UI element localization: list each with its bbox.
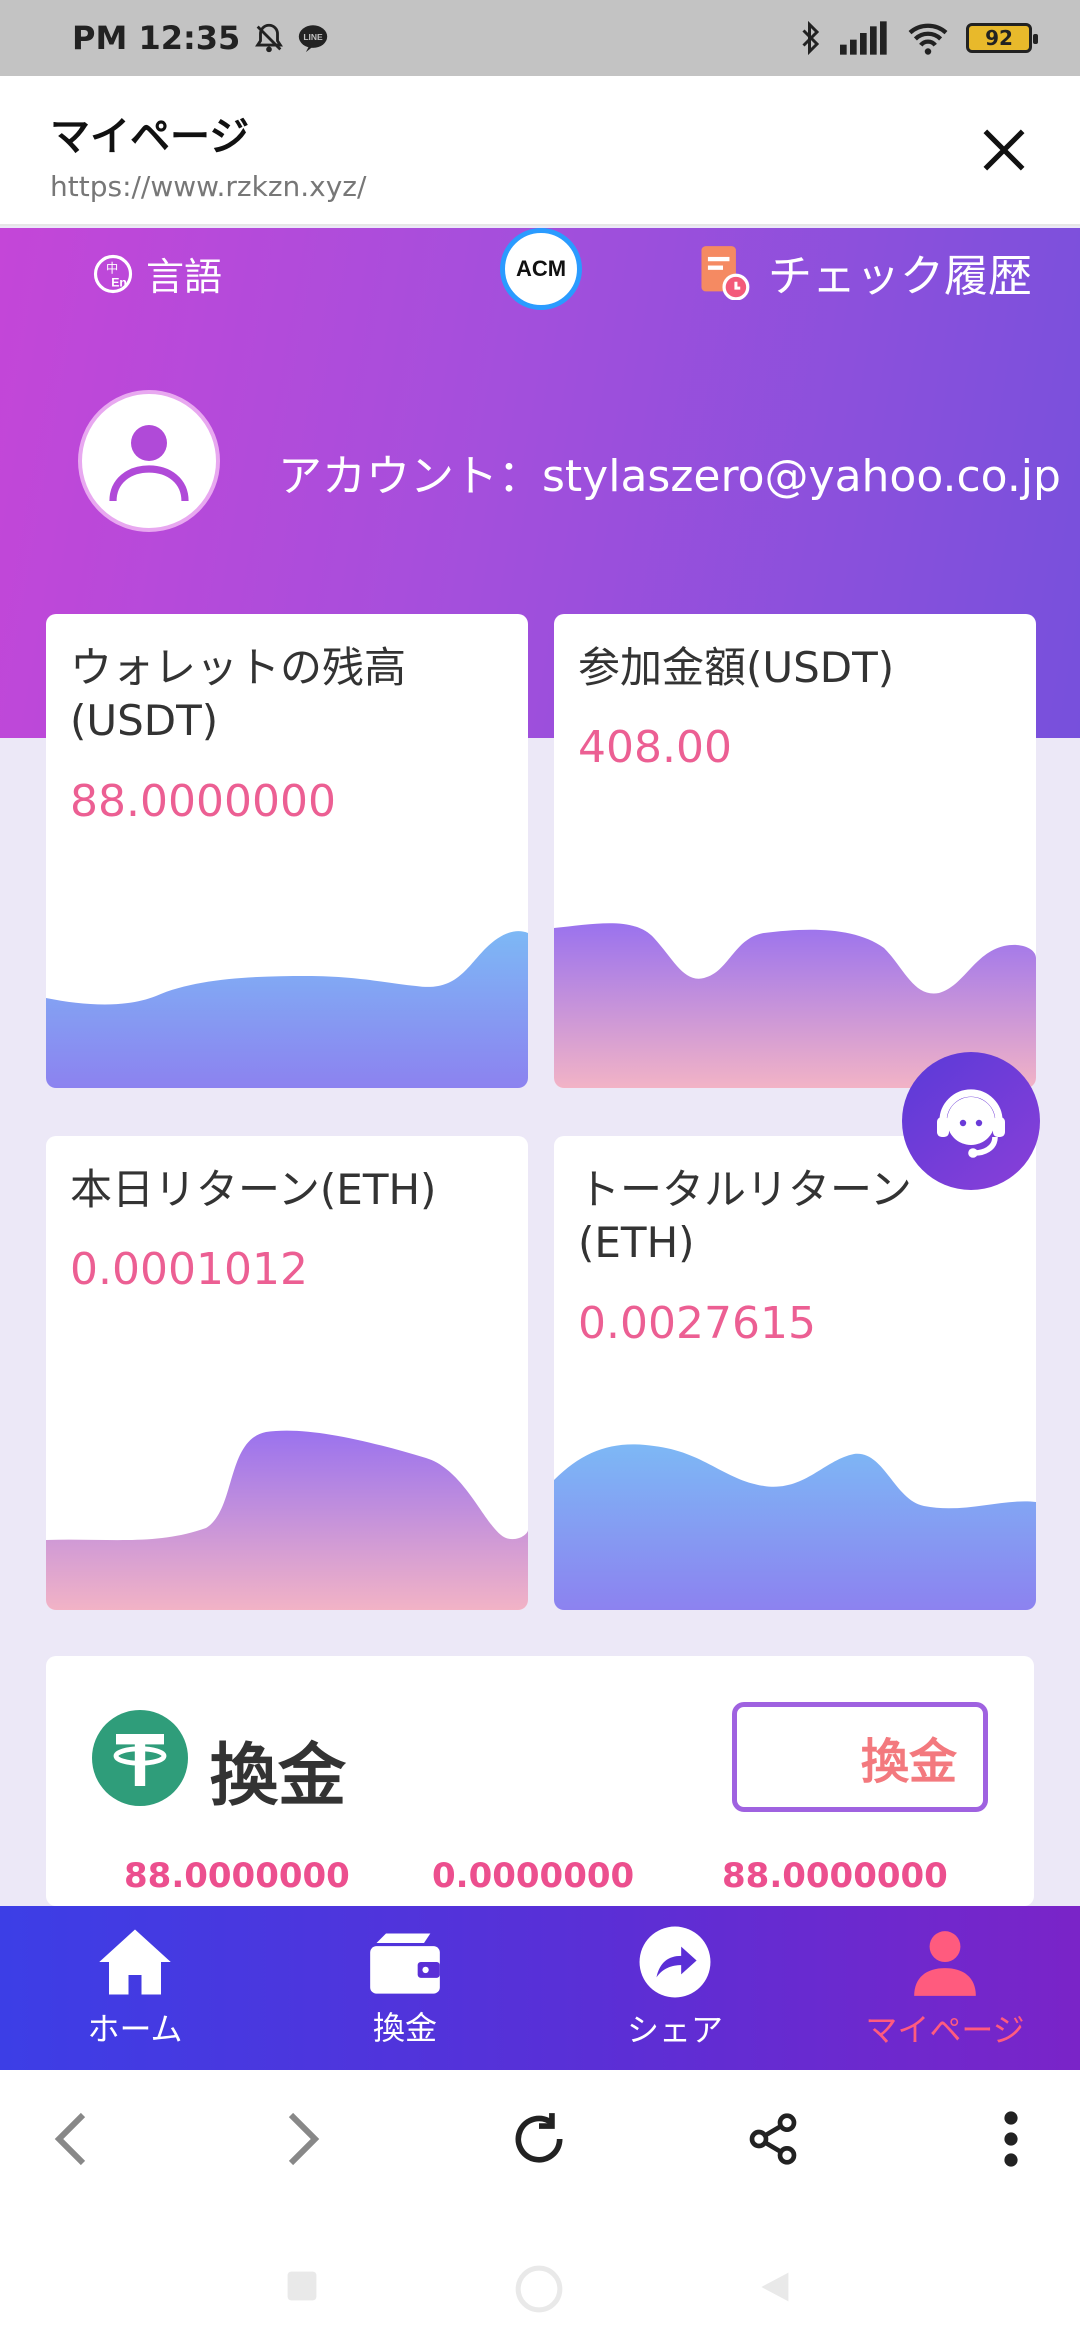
- exchange-value: 88.0000000: [124, 1856, 350, 1896]
- chevron-left-icon: [54, 2112, 86, 2166]
- card-label: 参加金額(USDT): [578, 643, 895, 692]
- home-circle-icon[interactable]: [514, 2264, 564, 2314]
- exchange-value: 88.0000000: [722, 1856, 948, 1896]
- reload-icon: [515, 2113, 563, 2163]
- check-history-button[interactable]: チェック履歴: [696, 240, 1032, 304]
- share-icon: [749, 2113, 797, 2165]
- exchange-button[interactable]: 換金: [732, 1702, 988, 1812]
- recent-apps-icon[interactable]: [284, 2268, 320, 2304]
- nav-mypage[interactable]: マイページ: [810, 1906, 1080, 2070]
- svg-text:中: 中: [106, 260, 118, 275]
- back-triangle-icon[interactable]: [756, 2268, 792, 2306]
- more-vertical-icon: [1004, 2111, 1018, 2167]
- bell-muted-icon: [255, 23, 284, 53]
- home-icon: [99, 1929, 171, 1995]
- card-label: 本日リターン(ETH): [70, 1165, 437, 1214]
- nav-label: マイページ: [865, 2011, 1025, 2049]
- card-wave-chart: [554, 1444, 1036, 1610]
- signal-icon: [840, 21, 887, 55]
- card-value: 0.0001012: [70, 1244, 308, 1295]
- nav-label: 換金: [372, 2009, 437, 2047]
- exchange-section: 換金 換金 88.0000000 0.0000000 88.0000000: [46, 1656, 1034, 1906]
- line-app-icon: LINE: [299, 25, 328, 53]
- avatar[interactable]: [78, 390, 220, 532]
- account-email: アカウント：stylaszero@yahoo.co.jp: [278, 451, 1061, 502]
- page-title: マイページ: [50, 114, 250, 160]
- svg-text:LINE: LINE: [304, 32, 324, 42]
- nav-share[interactable]: シェア: [540, 1906, 810, 2070]
- card-wave-chart: [46, 931, 528, 1088]
- forward-button[interactable]: [268, 2104, 338, 2174]
- page-url: https://www.rzkzn.xyz/: [50, 170, 367, 203]
- history-label: チェック履歴: [768, 251, 1032, 302]
- card-value: 408.00: [578, 722, 732, 773]
- nav-exchange[interactable]: 換金: [270, 1906, 540, 2070]
- card-wave-chart: [46, 1430, 528, 1610]
- user-avatar-icon: [109, 425, 189, 502]
- language-button[interactable]: 中 En 言語: [92, 246, 222, 301]
- card-label: ウォレットの残高(USDT): [70, 643, 407, 745]
- browser-header: マイページ https://www.rzkzn.xyz/: [0, 76, 1080, 226]
- headset-agent-icon: [937, 1089, 1005, 1158]
- history-document-icon: [701, 246, 750, 300]
- chevron-right-icon: [288, 2112, 320, 2166]
- nav-label: シェア: [626, 2011, 723, 2049]
- status-time: PM 12:35: [72, 19, 241, 57]
- bluetooth-icon: [802, 20, 820, 56]
- exchange-value: 0.0000000: [432, 1856, 635, 1896]
- back-button[interactable]: [36, 2104, 106, 2174]
- more-options-button[interactable]: [976, 2104, 1046, 2174]
- bottom-navigation: ホーム 換金 シェア マイページ: [0, 1906, 1080, 2070]
- share-arrow-icon: [639, 1926, 711, 1998]
- close-icon[interactable]: [976, 122, 1032, 178]
- language-icon: 中En: [93, 254, 133, 293]
- user-icon: [914, 1931, 976, 1996]
- wallet-balance-card[interactable]: ウォレットの残高(USDT) 88.0000000: [46, 614, 528, 1088]
- nav-home[interactable]: ホーム: [0, 1906, 270, 2070]
- participation-amount-card[interactable]: 参加金額(USDT) 408.00: [554, 614, 1036, 1088]
- system-navigation-bar: [0, 2210, 1080, 2340]
- wifi-icon: [908, 23, 948, 55]
- tether-usdt-icon: [92, 1710, 188, 1806]
- acm-logo: ACM: [500, 228, 582, 310]
- daily-return-card[interactable]: 本日リターン(ETH) 0.0001012: [46, 1136, 528, 1610]
- svg-text:En: En: [111, 275, 127, 289]
- share-button[interactable]: [738, 2104, 808, 2174]
- exchange-title: 換金: [210, 1737, 347, 1816]
- language-label: 言語: [146, 255, 223, 299]
- status-bar: PM 12:35 LINE 92: [0, 0, 1080, 76]
- card-value: 0.0027615: [578, 1298, 816, 1349]
- battery-indicator: 92: [966, 23, 1038, 53]
- card-value: 88.0000000: [70, 776, 336, 827]
- browser-toolbar: [0, 2070, 1080, 2210]
- nav-label: ホーム: [87, 2010, 183, 2048]
- reload-button[interactable]: [504, 2104, 574, 2174]
- total-return-card[interactable]: トータルリターン(ETH) 0.0027615: [554, 1136, 1036, 1610]
- wallet-icon: [370, 1933, 440, 1994]
- customer-support-button[interactable]: [902, 1052, 1040, 1190]
